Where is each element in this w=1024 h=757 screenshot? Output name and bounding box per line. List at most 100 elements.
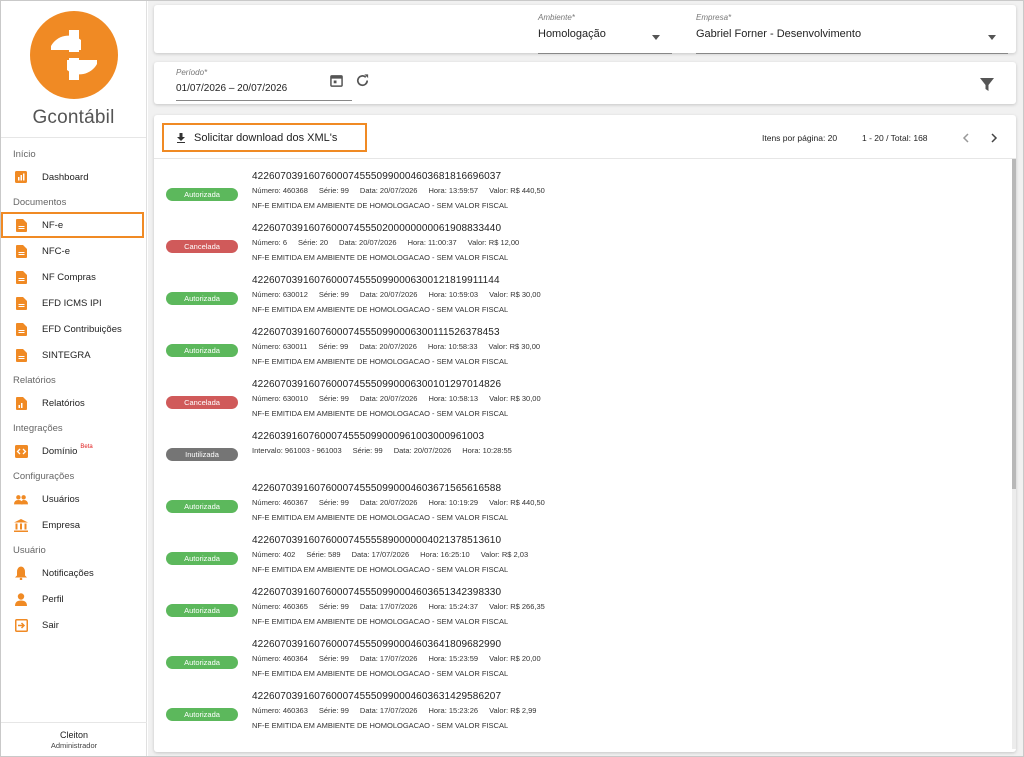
access-key: 4226070391607600074555099000630011152637… bbox=[252, 327, 500, 338]
sidebar-item-efd-contribui-es[interactable]: EFD Contribuições bbox=[1, 316, 146, 342]
download-xml-button[interactable]: Solicitar download dos XML's bbox=[162, 123, 367, 152]
meta-field: Hora: 13:59:57 bbox=[428, 186, 479, 195]
sidebar-item-label: Relatórios bbox=[42, 397, 85, 409]
document-row[interactable]: Inutilizada 42260391607600074555099000961… bbox=[154, 430, 1004, 482]
meta-field: Valor: R$ 2,03 bbox=[480, 550, 529, 559]
sidebar: Gcontábil Início Dashboard Documentos NF-e N… bbox=[1, 1, 147, 756]
meta-field: Série: 99 bbox=[318, 498, 349, 507]
document-description: NF-E EMITIDA EM AMBIENTE DE HOMOLOGACAO … bbox=[252, 409, 509, 418]
sidebar-item-empresa[interactable]: Empresa bbox=[1, 512, 146, 538]
user-footer[interactable]: Cleiton Administrador bbox=[1, 722, 147, 756]
sidebar-section-title: Relatórios bbox=[13, 375, 56, 386]
meta-field: Número: 460365 bbox=[252, 602, 308, 611]
meta-field: Número: 630011 bbox=[252, 342, 308, 351]
meta-field: Hora: 10:59:03 bbox=[428, 290, 479, 299]
access-key: 4226070391607600074555099000460365134239… bbox=[252, 587, 502, 598]
sidebar-item-label: Notificações bbox=[42, 567, 94, 579]
document-icon bbox=[14, 270, 28, 284]
document-meta: Número: 460367 Série: 99 Data: 20/07/2026 H… bbox=[252, 498, 556, 507]
empresa-select[interactable]: Empresa* Gabriel Forner - Desenvolviment… bbox=[696, 13, 1008, 54]
prev-page-icon[interactable] bbox=[958, 130, 974, 146]
document-row[interactable]: Cancelada 4226070391607600074555099000630… bbox=[154, 378, 1004, 430]
document-row[interactable]: Autorizada 422607039160760007455509900063… bbox=[154, 326, 1004, 378]
meta-field: Valor: R$ 2,99 bbox=[489, 706, 537, 715]
items-per-page-select[interactable]: Itens por página: 20 bbox=[762, 133, 837, 143]
sidebar-item-usu-rios[interactable]: Usuários bbox=[1, 486, 146, 512]
period-field[interactable]: Período* 01/07/2026 – 20/07/2026 bbox=[176, 68, 352, 101]
meta-field: Hora: 11:00:37 bbox=[407, 238, 457, 247]
refresh-icon[interactable] bbox=[353, 71, 371, 89]
sidebar-item-nfc-e[interactable]: NFC-e bbox=[1, 238, 146, 264]
period-card: Período* 01/07/2026 – 20/07/2026 bbox=[154, 62, 1016, 104]
sidebar-item-relat-rios[interactable]: Relatórios bbox=[1, 390, 146, 416]
download-xml-label: Solicitar download dos XML's bbox=[194, 131, 338, 144]
sidebar-item-label: SINTEGRA bbox=[42, 349, 91, 361]
sidebar-item-perfil[interactable]: Perfil bbox=[1, 586, 146, 612]
meta-field: Hora: 10:28:55 bbox=[462, 446, 512, 455]
meta-field: Valor: R$ 30,00 bbox=[488, 342, 541, 351]
status-badge: Autorizada bbox=[166, 292, 238, 305]
calendar-icon[interactable] bbox=[328, 72, 344, 88]
user-role: Administrador bbox=[50, 741, 98, 750]
document-row[interactable]: Autorizada 422607039160760007455509900046… bbox=[154, 170, 1004, 222]
meta-field: Data: 17/07/2026 bbox=[351, 550, 410, 559]
scrollbar-thumb[interactable] bbox=[1012, 159, 1016, 489]
ambiente-select[interactable]: Ambiente* Homologação bbox=[538, 13, 672, 54]
document-description: NF-E EMITIDA EM AMBIENTE DE HOMOLOGACAO … bbox=[252, 669, 509, 678]
documents-list: Autorizada 422607039160760007455509900046… bbox=[154, 170, 1004, 742]
pagination-range: 1 - 20 / Total: 168 bbox=[862, 133, 928, 143]
document-row[interactable]: Autorizada 422607039160760007455509900063… bbox=[154, 274, 1004, 326]
sidebar-nav: Início Dashboard Documentos NF-e NFC-e NF Com… bbox=[1, 138, 146, 638]
meta-field: Número: 630010 bbox=[252, 394, 308, 403]
person-icon bbox=[14, 592, 28, 606]
filter-icon[interactable] bbox=[978, 75, 996, 93]
sidebar-item-label: Sair bbox=[42, 619, 59, 631]
document-row[interactable]: Autorizada 422607039160760007455509900046… bbox=[154, 586, 1004, 638]
status-badge: Autorizada bbox=[166, 344, 238, 357]
meta-field: Data: 17/07/2026 bbox=[359, 602, 418, 611]
user-name: Cleiton bbox=[59, 730, 88, 740]
document-meta: Número: 460364 Série: 99 Data: 17/07/2026 H… bbox=[252, 654, 552, 663]
document-meta: Número: 402 Série: 589 Data: 17/07/2026 Hor… bbox=[252, 550, 539, 559]
document-description: NF-E EMITIDA EM AMBIENTE DE HOMOLOGACAO … bbox=[252, 357, 509, 366]
next-page-icon[interactable] bbox=[986, 130, 1002, 146]
meta-field: Número: 460363 bbox=[252, 706, 308, 715]
document-row[interactable]: Autorizada 422607039160760007455558900000… bbox=[154, 534, 1004, 586]
document-row[interactable]: Cancelada 4226070391607600074555020000000… bbox=[154, 222, 1004, 274]
sidebar-item-notifica-es[interactable]: Notificações bbox=[1, 560, 146, 586]
document-icon bbox=[14, 244, 28, 258]
gcontabil-logo-icon bbox=[30, 11, 118, 99]
bank-icon bbox=[14, 518, 28, 532]
sidebar-item-nf-compras[interactable]: NF Compras bbox=[1, 264, 146, 290]
sidebar-item-efd-icms-ipi[interactable]: EFD ICMS IPI bbox=[1, 290, 146, 316]
access-key: 4226070391607600074555099000460367156561… bbox=[252, 483, 502, 494]
report-icon bbox=[14, 396, 28, 410]
sidebar-item-dashboard[interactable]: Dashboard bbox=[1, 164, 146, 190]
empresa-underline bbox=[696, 53, 1008, 54]
sidebar-item-label: Empresa bbox=[42, 519, 81, 531]
document-row[interactable]: Autorizada 422607039160760007455509900046… bbox=[154, 482, 1004, 534]
sidebar-section-title: Usuário bbox=[13, 545, 46, 556]
meta-field: Hora: 15:23:26 bbox=[428, 706, 479, 715]
status-badge: Autorizada bbox=[166, 708, 238, 721]
sidebar-item-dom-nio[interactable]: Domínio Beta bbox=[1, 438, 146, 464]
sidebar-item-sintegra[interactable]: SINTEGRA bbox=[1, 342, 146, 368]
meta-field: Valor: R$ 440,50 bbox=[489, 186, 545, 195]
meta-field: Data: 20/07/2026 bbox=[359, 186, 418, 195]
document-meta: Número: 630012 Série: 99 Data: 20/07/2026 H… bbox=[252, 290, 552, 299]
status-badge: Cancelada bbox=[166, 240, 238, 253]
sidebar-section-title: Início bbox=[13, 149, 36, 160]
download-icon bbox=[176, 132, 186, 143]
meta-field: Hora: 15:23:59 bbox=[428, 654, 479, 663]
access-key: 4226070391607600074555589000000402137851… bbox=[252, 535, 502, 546]
sidebar-item-nf-e[interactable]: NF-e bbox=[1, 212, 144, 238]
document-row[interactable]: Autorizada 422607039160760007455509900046… bbox=[154, 638, 1004, 690]
document-icon bbox=[14, 218, 28, 232]
chevron-down-icon bbox=[988, 35, 996, 40]
document-row[interactable]: Autorizada 422607039160760007455509900046… bbox=[154, 690, 1004, 742]
meta-field: Série: 99 bbox=[318, 706, 349, 715]
sidebar-item-sair[interactable]: Sair bbox=[1, 612, 146, 638]
meta-field: Hora: 10:58:33 bbox=[427, 342, 478, 351]
document-description: NF-E EMITIDA EM AMBIENTE DE HOMOLOGACAO … bbox=[252, 617, 509, 626]
meta-field: Hora: 10:58:13 bbox=[428, 394, 479, 403]
